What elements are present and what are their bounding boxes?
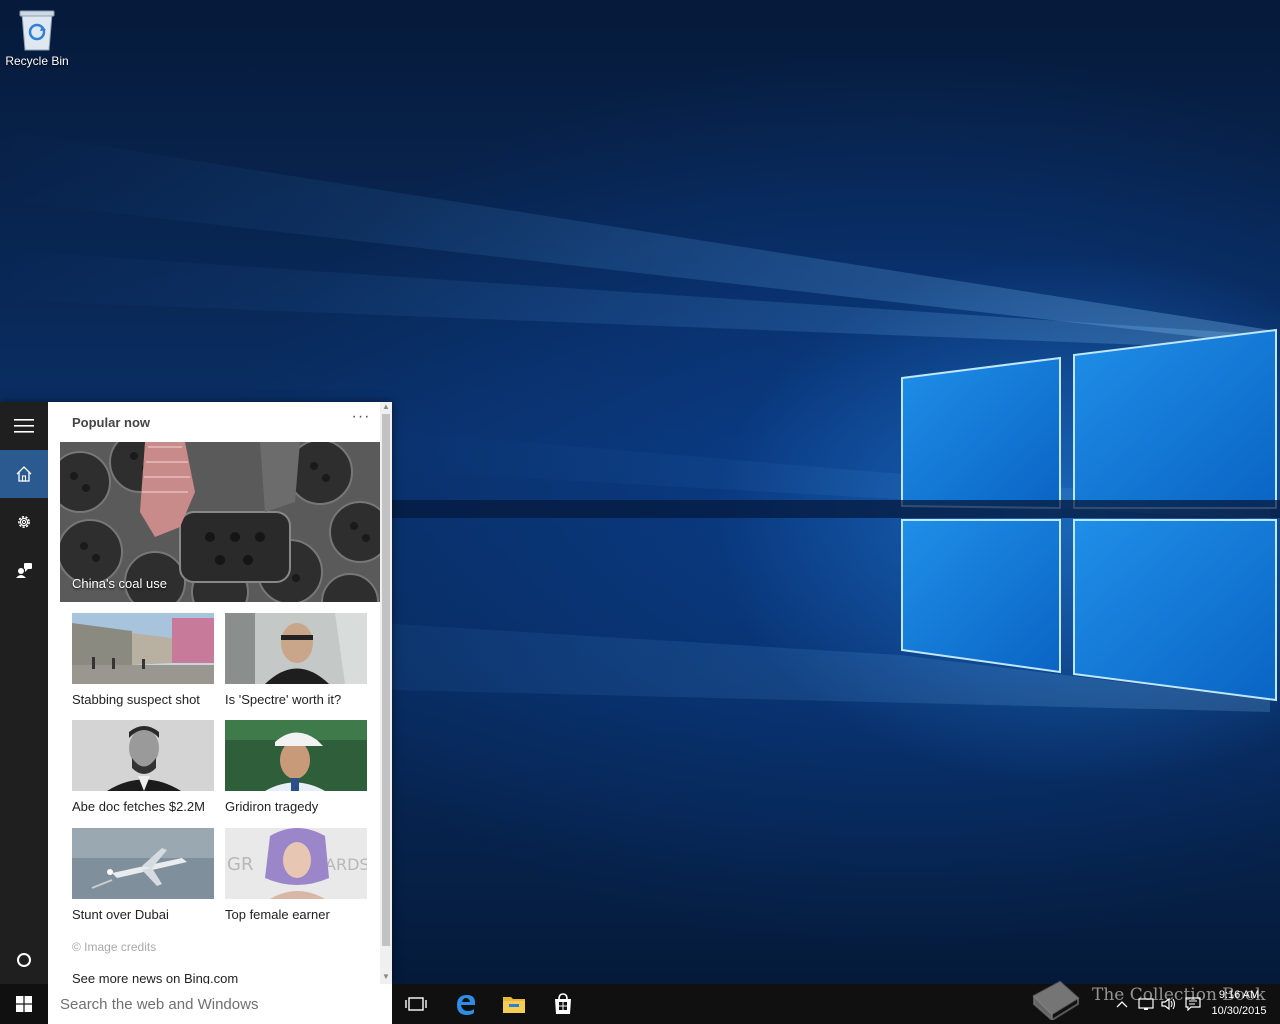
more-options-button[interactable]: ··· (350, 409, 372, 428)
feed-scrollbar[interactable]: ▲ ▼ (380, 402, 392, 984)
store-icon (555, 993, 571, 1014)
store-button[interactable] (539, 984, 587, 1024)
backdrop-lettering: ARDS (325, 855, 367, 874)
menu-button[interactable] (0, 402, 48, 450)
cortana-panel: Popular now ··· China's coal use Stabbin… (0, 402, 392, 984)
desktop-icon-recycle-bin[interactable]: Recycle Bin (4, 6, 70, 68)
start-button[interactable] (0, 984, 48, 1024)
news-tile[interactable]: Is 'Spectre' worth it? (225, 613, 367, 707)
hero-story[interactable]: China's coal use (60, 442, 380, 602)
feed-title: Popular now (72, 415, 150, 430)
folder-icon (503, 997, 525, 1013)
cortana-button[interactable] (0, 936, 48, 984)
home-button[interactable] (0, 450, 48, 498)
gear-icon (18, 516, 30, 528)
news-tile[interactable]: Stabbing suspect shot (72, 613, 214, 707)
news-tile[interactable]: Stunt over Dubai (72, 828, 214, 922)
news-tile[interactable]: Gridiron tragedy (225, 720, 367, 814)
hero-caption: China's coal use (72, 576, 167, 591)
news-thumbnail: GR ARDS (225, 828, 367, 899)
news-caption: Gridiron tragedy (225, 799, 319, 814)
search-input[interactable] (48, 984, 392, 1024)
feedback-button[interactable] (0, 546, 48, 594)
edge-icon (457, 995, 476, 1015)
news-thumbnail (72, 828, 214, 899)
task-view-button[interactable] (392, 984, 440, 1024)
news-feed: Popular now ··· China's coal use Stabbin… (48, 402, 380, 984)
home-icon (16, 466, 32, 482)
settings-button[interactable] (0, 498, 48, 546)
news-caption: Stabbing suspect shot (72, 692, 200, 707)
windows-logo-icon (16, 996, 32, 1012)
task-view-icon (405, 997, 427, 1011)
search-box[interactable] (48, 984, 392, 1024)
news-caption: Is 'Spectre' worth it? (225, 692, 342, 707)
feedback-icon (16, 563, 32, 578)
scroll-up-arrow[interactable]: ▲ (380, 402, 392, 412)
hamburger-icon (14, 419, 34, 433)
see-more-news-link[interactable]: See more news on Bing.com (72, 971, 238, 984)
news-thumbnail (72, 613, 214, 684)
news-caption: Stunt over Dubai (72, 907, 169, 922)
watermark: The Collection Book (1030, 970, 1266, 1024)
book-icon (1032, 980, 1080, 1020)
news-tile[interactable]: GR ARDS Top female earner (225, 828, 367, 922)
news-thumbnail (225, 613, 367, 684)
image-credits-link[interactable]: © Image credits (72, 940, 156, 954)
backdrop-lettering: GR (227, 854, 253, 875)
news-caption: Top female earner (225, 907, 330, 922)
watermark-text: The Collection Book (1092, 985, 1266, 1005)
scroll-thumb[interactable] (382, 414, 390, 946)
scroll-down-arrow[interactable]: ▼ (380, 972, 392, 982)
file-explorer-button[interactable] (490, 984, 538, 1024)
news-tile[interactable]: Abe doc fetches $2.2M (72, 720, 214, 814)
desktop-icon-label: Recycle Bin (5, 54, 69, 68)
news-thumbnail (225, 720, 367, 791)
news-thumbnail (72, 720, 214, 791)
edge-button[interactable] (442, 984, 490, 1024)
news-caption: Abe doc fetches $2.2M (72, 799, 205, 814)
cortana-rail (0, 402, 48, 984)
cortana-circle-icon (17, 953, 31, 967)
recycle-bin-icon (19, 10, 55, 51)
